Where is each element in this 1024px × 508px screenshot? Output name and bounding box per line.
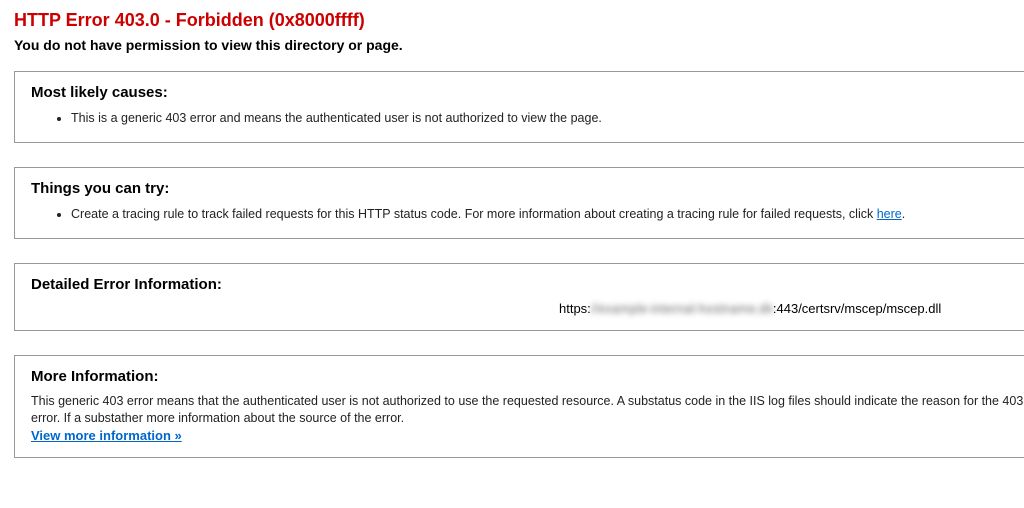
url-suffix: :443/certsrv/mscep/mscep.dll (773, 301, 941, 316)
list-item: Create a tracing rule to track failed re… (71, 205, 1024, 224)
here-link[interactable]: here (877, 207, 902, 221)
try-list: Create a tracing rule to track failed re… (31, 205, 1024, 224)
try-text: Create a tracing rule to track failed re… (71, 207, 877, 221)
url-host-redacted: //example-internal-hostname.dk (591, 301, 773, 316)
moreinfo-box: More Information: This generic 403 error… (14, 355, 1024, 458)
causes-box: Most likely causes: This is a generic 40… (14, 71, 1024, 143)
causes-list: This is a generic 403 error and means th… (31, 109, 1024, 128)
causes-heading: Most likely causes: (31, 84, 1024, 101)
moreinfo-text: This generic 403 error means that the au… (31, 393, 1024, 428)
moreinfo-heading: More Information: (31, 368, 1024, 385)
try-box: Things you can try: Create a tracing rul… (14, 167, 1024, 239)
list-item: This is a generic 403 error and means th… (71, 109, 1024, 128)
view-more-information-link[interactable]: View more information » (31, 428, 182, 443)
page-title: HTTP Error 403.0 - Forbidden (0x8000ffff… (14, 10, 1024, 31)
try-heading: Things you can try: (31, 180, 1024, 197)
page-subtitle: You do not have permission to view this … (14, 37, 1024, 53)
details-box: Detailed Error Information: (14, 263, 1024, 331)
url-prefix: https: (559, 301, 591, 316)
details-heading: Detailed Error Information: (31, 276, 1024, 293)
